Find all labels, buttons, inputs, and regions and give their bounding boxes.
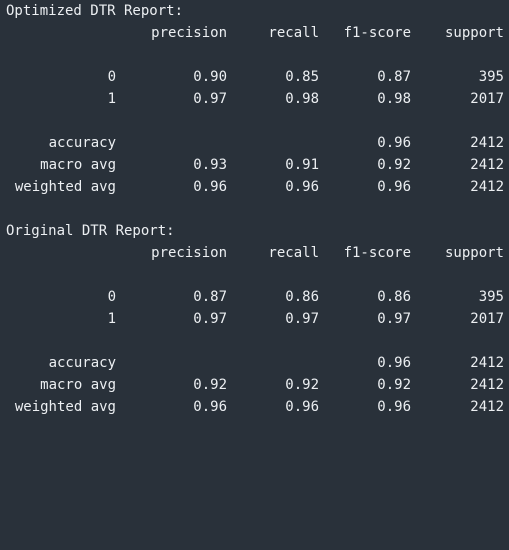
support-value: 2017 xyxy=(470,311,504,327)
f1-value: 0.92 xyxy=(377,377,411,393)
precision-value: 0.93 xyxy=(193,157,227,173)
f1-value: 0.98 xyxy=(377,91,411,107)
macro-avg-row: macro avg 0.92 0.92 0.92 2412 xyxy=(6,374,506,396)
support-value: 2412 xyxy=(470,157,504,173)
precision-value: 0.97 xyxy=(193,311,227,327)
header-precision: precision xyxy=(151,245,227,261)
accuracy-label: accuracy xyxy=(48,355,116,371)
class-row: 0 0.90 0.85 0.87 395 xyxy=(6,66,506,88)
precision-value: 0.87 xyxy=(193,289,227,305)
f1-value: 0.86 xyxy=(377,289,411,305)
f1-value: 0.96 xyxy=(377,399,411,415)
header-support: support xyxy=(444,25,504,41)
class-label: 0 xyxy=(107,289,116,305)
support-value: 395 xyxy=(478,69,504,85)
header-f1-score: f1-score xyxy=(343,25,411,41)
report-title: Original DTR Report: xyxy=(6,223,175,239)
precision-value: 0.96 xyxy=(193,179,227,195)
report-title-line: Original DTR Report: xyxy=(6,220,506,242)
weighted-avg-row: weighted avg 0.96 0.96 0.96 2412 xyxy=(6,176,506,198)
class-row: 0 0.87 0.86 0.86 395 xyxy=(6,286,506,308)
support-value: 2412 xyxy=(470,179,504,195)
class-row: 1 0.97 0.98 0.98 2017 xyxy=(6,88,506,110)
support-value: 395 xyxy=(478,289,504,305)
recall-value: 0.86 xyxy=(285,289,319,305)
f1-value: 0.87 xyxy=(377,69,411,85)
header-f1-score: f1-score xyxy=(343,245,411,261)
f1-value: 0.97 xyxy=(377,311,411,327)
precision-value: 0.97 xyxy=(193,91,227,107)
class-label: 1 xyxy=(107,91,116,107)
weighted-avg-row: weighted avg 0.96 0.96 0.96 2412 xyxy=(6,396,506,418)
recall-value: 0.91 xyxy=(285,157,319,173)
accuracy-value: 0.96 xyxy=(377,355,411,371)
f1-value: 0.92 xyxy=(377,157,411,173)
report-header-row: precision recall f1-score support xyxy=(6,22,506,44)
class-label: 0 xyxy=(107,69,116,85)
class-row: 1 0.97 0.97 0.97 2017 xyxy=(6,308,506,330)
support-value: 2412 xyxy=(470,355,504,371)
precision-value: 0.96 xyxy=(193,399,227,415)
support-value: 2412 xyxy=(470,399,504,415)
recall-value: 0.85 xyxy=(285,69,319,85)
f1-value: 0.96 xyxy=(377,179,411,195)
accuracy-label: accuracy xyxy=(48,135,116,151)
macro-avg-label: macro avg xyxy=(40,377,116,393)
precision-value: 0.90 xyxy=(193,69,227,85)
macro-avg-label: macro avg xyxy=(40,157,116,173)
cell-output: Optimized DTR Report: precision recall f… xyxy=(6,0,506,418)
support-value: 2412 xyxy=(470,135,504,151)
accuracy-row: accuracy 0.96 2412 xyxy=(6,132,506,154)
header-support: support xyxy=(444,245,504,261)
report-header-row: precision recall f1-score support xyxy=(6,242,506,264)
recall-value: 0.92 xyxy=(285,377,319,393)
report-title-line: Optimized DTR Report: xyxy=(6,0,506,22)
header-recall: recall xyxy=(268,25,319,41)
support-value: 2017 xyxy=(470,91,504,107)
recall-value: 0.98 xyxy=(285,91,319,107)
recall-value: 0.96 xyxy=(285,399,319,415)
recall-value: 0.96 xyxy=(285,179,319,195)
precision-value: 0.92 xyxy=(193,377,227,393)
accuracy-row: accuracy 0.96 2412 xyxy=(6,352,506,374)
report-title: Optimized DTR Report: xyxy=(6,3,184,19)
weighted-avg-label: weighted avg xyxy=(14,179,116,195)
macro-avg-row: macro avg 0.93 0.91 0.92 2412 xyxy=(6,154,506,176)
recall-value: 0.97 xyxy=(285,311,319,327)
accuracy-value: 0.96 xyxy=(377,135,411,151)
header-precision: precision xyxy=(151,25,227,41)
class-label: 1 xyxy=(107,311,116,327)
support-value: 2412 xyxy=(470,377,504,393)
weighted-avg-label: weighted avg xyxy=(14,399,116,415)
header-recall: recall xyxy=(268,245,319,261)
